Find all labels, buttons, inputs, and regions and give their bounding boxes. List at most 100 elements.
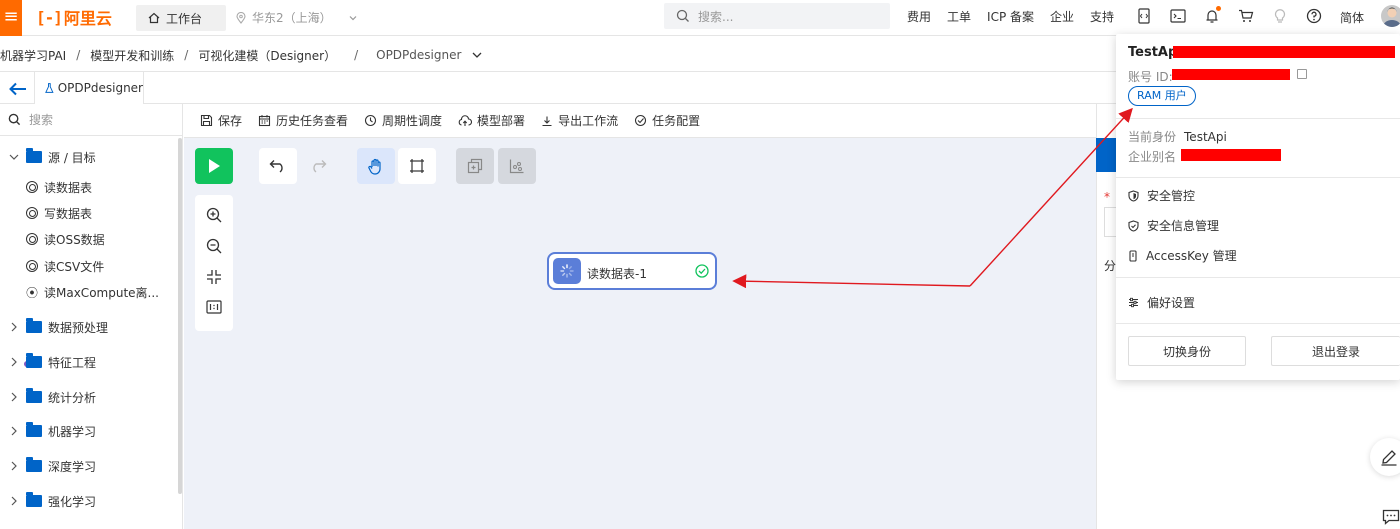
tab-opdpdesigner[interactable]: OPDPdesigner — [34, 72, 144, 104]
folder-icon — [26, 148, 42, 163]
code-icon[interactable] — [1136, 8, 1152, 24]
breadcrumb-separator: / — [76, 48, 81, 62]
breadcrumb-model-dev[interactable]: 模型开发和训练 — [90, 47, 174, 64]
folder-icon — [26, 388, 42, 403]
logout-button[interactable]: 退出登录 — [1271, 336, 1400, 366]
nav-link-fees[interactable]: 费用 — [907, 8, 931, 25]
workflow-node-read-table[interactable]: 读数据表-1 — [547, 252, 717, 290]
chevron-right-icon — [11, 322, 17, 332]
redo-button[interactable] — [299, 148, 337, 184]
current-identity: 当前身份 TestApi — [1128, 128, 1227, 145]
bell-icon[interactable] — [1204, 6, 1221, 24]
tree-group-statistics[interactable]: 统计分析 — [8, 387, 96, 407]
region-selector[interactable]: 华东2（上海） — [236, 9, 358, 26]
tree-group-preprocessing[interactable]: 数据预处理 — [8, 317, 108, 337]
logo[interactable]: [-] 阿里云 — [36, 6, 112, 29]
menu-security-control[interactable]: 安全管控 — [1128, 187, 1195, 204]
breadcrumb-separator: / — [184, 48, 189, 62]
cart-icon[interactable] — [1238, 8, 1254, 24]
nav-link-icp[interactable]: ICP 备案 — [987, 8, 1034, 25]
breadcrumb-current[interactable]: OPDPdesigner — [376, 48, 461, 62]
tree-group-reinforcement-learning[interactable]: 强化学习 — [8, 491, 96, 511]
tree-group-machine-learning[interactable]: 机器学习 — [8, 421, 96, 441]
notification-dot — [1216, 6, 1221, 11]
component-read-csv[interactable]: 读CSV文件 — [26, 256, 104, 276]
copy-icon[interactable] — [1297, 69, 1307, 79]
layout-button[interactable] — [498, 148, 536, 184]
actual-size-button[interactable] — [204, 297, 224, 317]
user-avatar[interactable] — [1381, 5, 1400, 27]
help-icon[interactable] — [1306, 8, 1322, 24]
pencil-icon — [1381, 450, 1397, 466]
zoom-out-icon — [206, 238, 222, 254]
menu-label: 偏好设置 — [1147, 296, 1196, 310]
fit-view-button[interactable] — [204, 267, 224, 287]
switch-identity-button[interactable]: 切换身份 — [1128, 336, 1246, 366]
run-button[interactable] — [195, 148, 233, 184]
menu-security-info[interactable]: 安全信息管理 — [1128, 217, 1219, 234]
download-icon — [542, 116, 552, 126]
group-button[interactable] — [456, 148, 494, 184]
schedule-button[interactable]: 周期性调度 — [364, 112, 442, 129]
undo-button[interactable] — [259, 148, 297, 184]
breadcrumb-designer[interactable]: 可视化建模（Designer） — [198, 47, 336, 64]
language-switch[interactable]: 简体 — [1340, 9, 1364, 26]
copy-layers-icon — [467, 158, 483, 174]
global-search-input[interactable]: 搜索... — [664, 3, 890, 29]
workflow-canvas[interactable] — [184, 138, 1096, 529]
tree-group-deep-learning[interactable]: 深度学习 — [8, 456, 96, 476]
deploy-button[interactable]: 模型部署 — [458, 112, 525, 129]
shield-check-icon — [1128, 219, 1139, 232]
account-popup: TestApi 账号 ID: RAM 用户 当前身份 TestApi 企业别名 安… — [1116, 34, 1400, 380]
save-button[interactable]: 保存 — [200, 112, 242, 129]
chat-float-button[interactable] — [1376, 505, 1400, 529]
task-config-button[interactable]: 任务配置 — [634, 112, 700, 129]
properties-tab-active[interactable] — [1096, 138, 1118, 172]
component-write-table[interactable]: 写数据表 — [26, 203, 92, 223]
zoom-in-button[interactable] — [204, 205, 224, 225]
tree-group-label: 特征工程 — [48, 355, 97, 370]
folder-icon — [26, 353, 42, 368]
workbench-button[interactable]: 工作台 — [136, 5, 226, 31]
select-mode-button[interactable] — [398, 148, 436, 184]
pan-mode-button[interactable] — [357, 148, 395, 184]
component-read-maxcompute[interactable]: ⦿ 读MaxCompute离... — [26, 282, 159, 302]
chevron-right-icon — [11, 392, 17, 402]
tree-group-source[interactable]: 源 / 目标 — [8, 147, 96, 167]
enterprise-alias: 企业别名 — [1128, 148, 1184, 165]
component-read-table[interactable]: 读数据表 — [26, 177, 92, 197]
tree-group-feature-engineering[interactable]: 特征工程 — [8, 352, 96, 372]
terminal-icon[interactable] — [1170, 8, 1186, 24]
switch-identity-label: 切换身份 — [1162, 344, 1211, 359]
required-mark: * — [1104, 190, 1110, 204]
edit-float-button[interactable] — [1370, 438, 1400, 476]
sidebar-scrollbar[interactable] — [178, 138, 182, 494]
chevron-right-icon — [11, 461, 17, 471]
nav-link-enterprise[interactable]: 企业 — [1050, 8, 1074, 25]
save-label: 保存 — [218, 114, 243, 128]
sliders-icon — [1129, 297, 1138, 308]
shield-icon — [1128, 189, 1139, 202]
nav-link-tickets[interactable]: 工单 — [947, 8, 971, 25]
back-arrow-icon[interactable] — [9, 82, 27, 96]
history-button[interactable]: 历史任务查看 — [258, 112, 348, 129]
nav-link-support[interactable]: 支持 — [1090, 8, 1114, 25]
nav-icons — [1136, 0, 1322, 32]
component-label: 读OSS数据 — [44, 232, 105, 247]
component-label: 读CSV文件 — [44, 259, 105, 274]
component-read-oss[interactable]: 读OSS数据 — [26, 229, 105, 249]
component-icon — [26, 260, 38, 272]
chevron-down-icon[interactable] — [471, 50, 483, 60]
divider — [1116, 177, 1400, 178]
properties-partial-label: 分 — [1104, 259, 1117, 273]
lightbulb-icon[interactable] — [1272, 8, 1288, 24]
sidebar-search-input[interactable]: 搜索 — [0, 104, 182, 136]
menu-icon[interactable]: ≡ — [0, 0, 22, 36]
menu-accesskey[interactable]: AccessKey 管理 — [1128, 247, 1237, 264]
zoom-out-button[interactable] — [204, 236, 224, 256]
divider — [1116, 277, 1400, 278]
export-workflow-button[interactable]: 导出工作流 — [541, 112, 618, 129]
menu-preferences[interactable]: 偏好设置 — [1128, 294, 1195, 311]
tree-group-label: 统计分析 — [48, 390, 97, 405]
breadcrumb-pai[interactable]: 机器学习PAI — [0, 47, 66, 64]
